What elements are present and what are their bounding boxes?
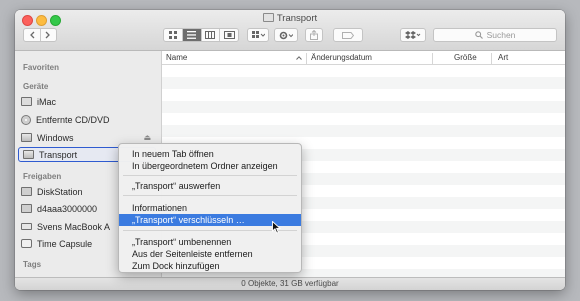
columns-icon — [205, 31, 216, 39]
time-capsule-icon — [21, 239, 32, 248]
server-icon — [21, 187, 32, 196]
menu-item-add-to-dock[interactable]: Zum Dock hinzufügen — [119, 260, 301, 272]
column-view-button[interactable] — [202, 29, 221, 41]
column-name[interactable]: Name — [166, 53, 187, 62]
sort-chevron-icon — [296, 53, 302, 62]
sidebar-item-label: Time Capsule — [37, 238, 93, 249]
sidebar-item-remote-cd[interactable]: Entfernte CD/DVD — [21, 112, 110, 127]
column-divider[interactable] — [432, 53, 433, 64]
tag-icon — [342, 31, 354, 39]
list-view-button[interactable] — [182, 29, 202, 41]
sidebar-item-macbook[interactable]: Svens MacBook A — [21, 219, 110, 234]
sidebar-item-label: d4aaa3000000 — [37, 203, 98, 214]
search-field[interactable]: Suchen — [433, 28, 557, 42]
tags-button[interactable] — [333, 28, 363, 42]
drive-icon — [23, 150, 34, 159]
drive-icon — [21, 133, 32, 142]
sidebar-item-label: iMac — [37, 96, 57, 107]
sidebar-item-diskstation[interactable]: DiskStation — [21, 184, 83, 199]
menu-item-open-in-new-tab[interactable]: In neuem Tab öffnen — [119, 148, 301, 160]
dropbox-icon — [405, 30, 421, 39]
forward-button[interactable] — [41, 29, 57, 41]
grid-icon — [168, 31, 177, 39]
sidebar-header-favorites: Favoriten — [23, 63, 60, 72]
sidebar-header-devices: Geräte — [23, 82, 49, 91]
menu-item-get-info[interactable]: Informationen — [119, 202, 301, 214]
nav-buttons — [23, 28, 57, 42]
menu-item-eject[interactable]: „Transport“ auswerfen — [119, 180, 301, 192]
sidebar-header-shared: Freigaben — [23, 172, 62, 181]
sidebar-header-tags: Tags — [23, 260, 42, 269]
window-title: Transport — [15, 13, 565, 25]
gallery-icon — [223, 31, 235, 39]
menu-separator — [123, 230, 297, 231]
context-menu: In neuem Tab öffnen In übergeordnetem Or… — [118, 143, 302, 273]
search-placeholder: Suchen — [486, 30, 516, 40]
sidebar-item-imac[interactable]: iMac — [21, 94, 56, 109]
column-size[interactable]: Größe — [454, 53, 477, 62]
arrange-icon — [251, 31, 265, 38]
gallery-view-button[interactable] — [220, 29, 238, 41]
chevron-left-icon — [29, 31, 35, 39]
search-icon — [474, 31, 483, 39]
titlebar: Transport Suchen — [15, 10, 565, 51]
menu-item-show-in-enclosing-folder[interactable]: In übergeordnetem Ordner anzeigen — [119, 160, 301, 172]
status-text: 0 Objekte, 31 GB verfügbar — [241, 279, 339, 288]
column-header: Name Änderungsdatum Größe Art — [162, 51, 565, 65]
column-divider[interactable] — [306, 53, 307, 64]
laptop-icon — [21, 223, 32, 230]
arrange-button[interactable] — [247, 28, 269, 42]
chevron-right-icon — [45, 31, 51, 39]
sidebar-item-label: Transport — [39, 149, 78, 160]
share-button[interactable] — [305, 28, 323, 42]
eject-icon[interactable]: ⏏ — [143, 133, 151, 142]
gear-icon — [279, 31, 293, 39]
dropbox-button[interactable] — [400, 28, 426, 42]
mouse-pointer-icon — [272, 220, 282, 236]
view-mode-control — [163, 28, 239, 42]
drive-icon — [262, 13, 274, 22]
imac-icon — [21, 97, 32, 106]
sidebar-item-label: Windows — [37, 132, 74, 143]
column-kind[interactable]: Art — [498, 53, 508, 62]
menu-item-remove-from-sidebar[interactable]: Aus der Seitenleiste entfernen — [119, 248, 301, 260]
server-icon — [21, 204, 32, 213]
status-bar: 0 Objekte, 31 GB verfügbar — [15, 277, 565, 290]
column-date[interactable]: Änderungsdatum — [311, 53, 372, 62]
sidebar-item-label: Svens MacBook A — [37, 221, 111, 232]
back-button[interactable] — [24, 29, 41, 41]
menu-separator — [123, 175, 297, 176]
menu-separator — [123, 195, 297, 196]
action-button[interactable] — [274, 28, 298, 42]
sidebar-item-label: Entfernte CD/DVD — [36, 114, 110, 125]
sidebar-item-d4aaa[interactable]: d4aaa3000000 — [21, 201, 97, 216]
sidebar-item-label: DiskStation — [37, 186, 83, 197]
column-divider[interactable] — [491, 53, 492, 64]
icon-view-button[interactable] — [164, 29, 183, 41]
cd-icon — [21, 114, 31, 125]
share-icon — [310, 30, 318, 40]
sidebar-item-time-capsule[interactable]: Time Capsule — [21, 236, 92, 251]
list-icon — [187, 31, 197, 39]
menu-item-rename[interactable]: „Transport“ umbenennen — [119, 236, 301, 248]
